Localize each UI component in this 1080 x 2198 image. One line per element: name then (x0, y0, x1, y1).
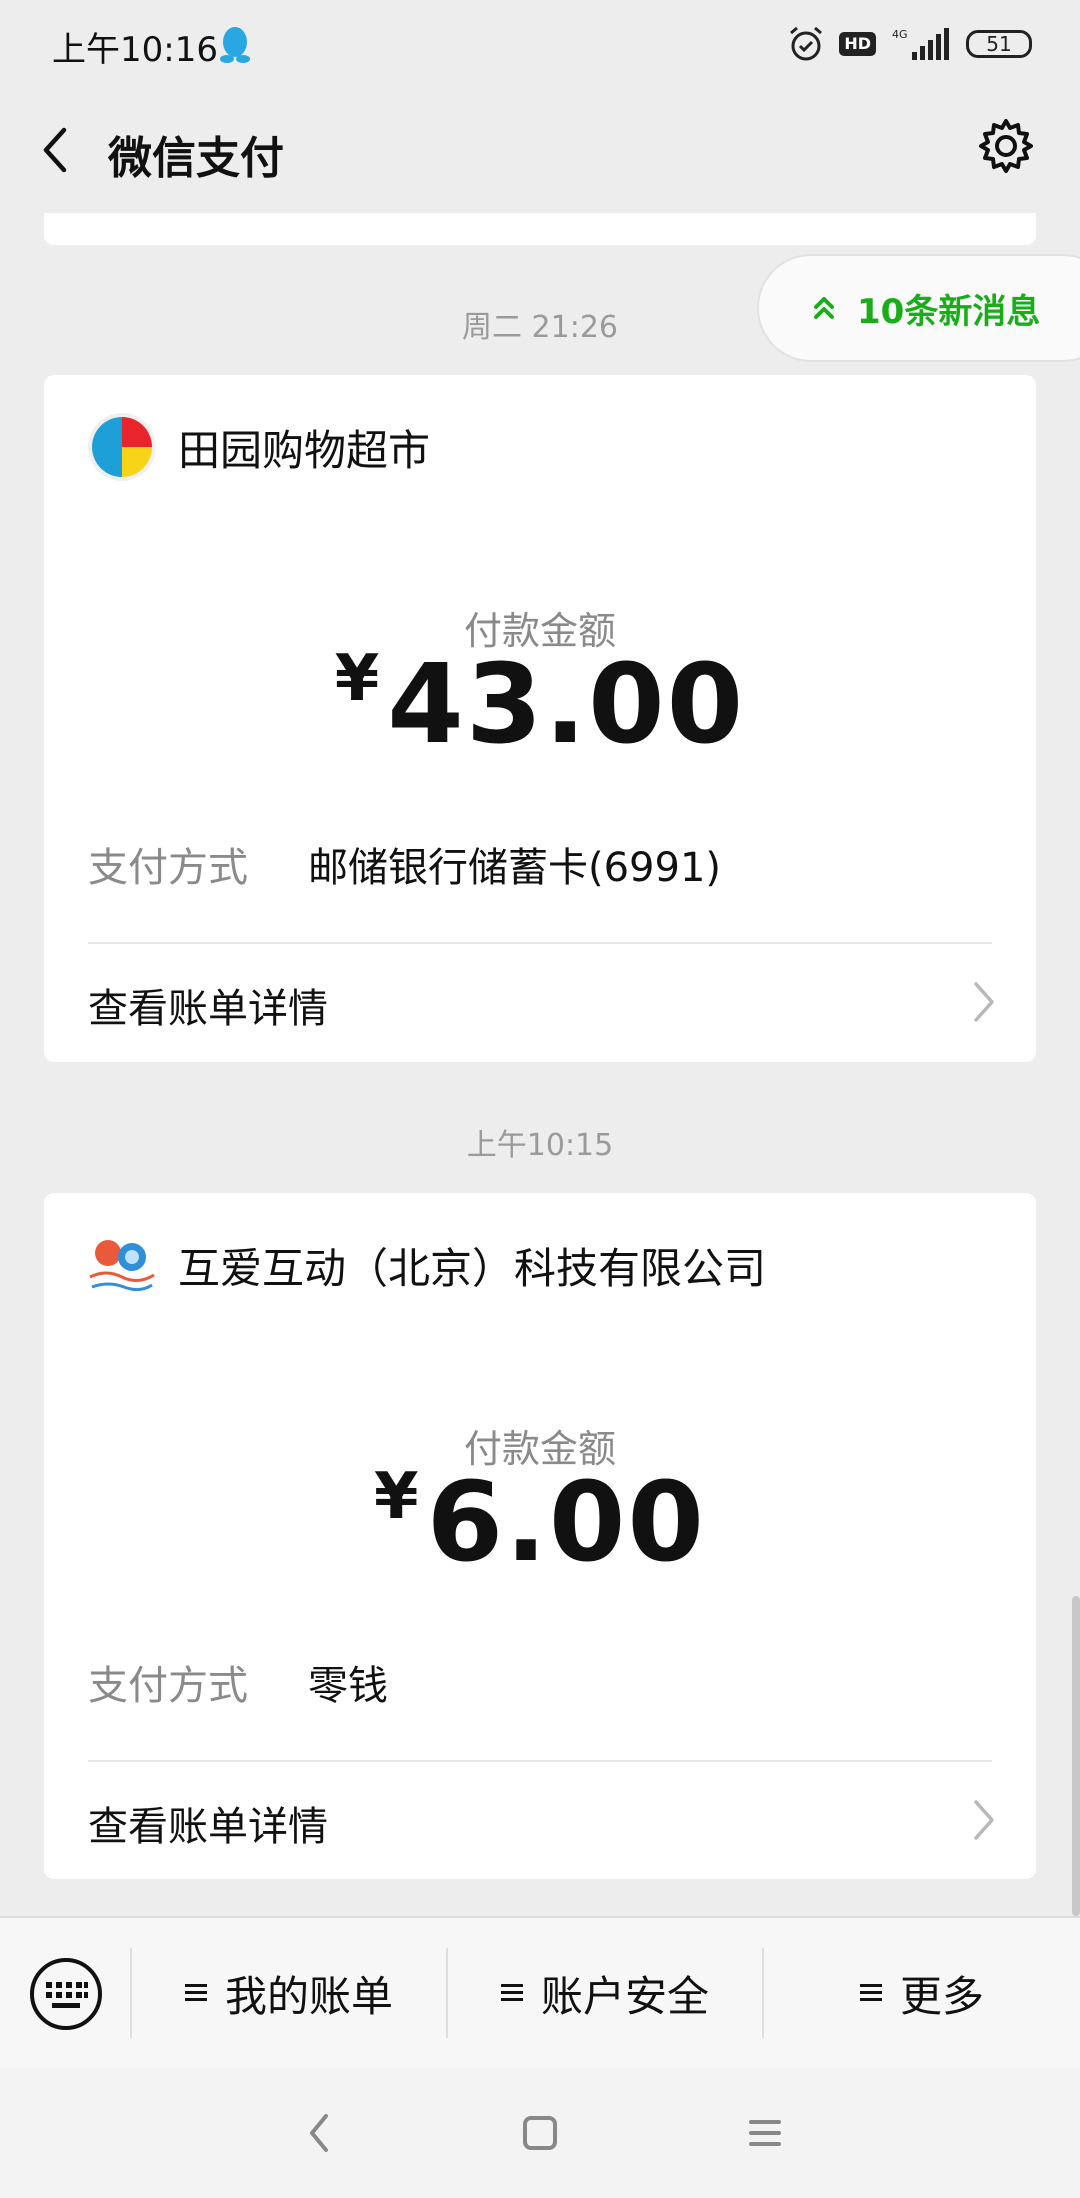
payment-method-label: 支付方式 (88, 845, 248, 891)
double-chevron-up-icon (814, 297, 834, 319)
currency-symbol: ¥ (334, 642, 380, 716)
message-timestamp: 上午10:15 (466, 1128, 614, 1163)
payment-card[interactable]: 田园购物超市 付款金额 ¥43.00 支付方式 邮储银行储蓄卡(6991) 查看… (44, 375, 1036, 1062)
merchant-logo-icon (89, 1240, 155, 1292)
menu-lines-icon (184, 1984, 209, 2002)
menu-my-bills[interactable]: 我的账单 (132, 1918, 446, 2068)
scrollbar[interactable] (1072, 1596, 1080, 1916)
nav-bar: 微信支付 (0, 90, 1080, 214)
system-navigation-bar (0, 2068, 1080, 2198)
chevron-right-icon (974, 1800, 994, 1840)
menu-more[interactable]: 更多 (764, 1918, 1080, 2068)
new-messages-label: 10条新消息 (857, 291, 1041, 332)
battery-indicator: 51 (966, 30, 1032, 58)
system-menu-icon[interactable] (748, 2108, 782, 2158)
system-back-icon[interactable] (304, 2108, 334, 2158)
previous-message-card (44, 213, 1036, 245)
payment-amount: ¥43.00 (44, 640, 1036, 768)
keyboard-icon[interactable] (28, 1956, 104, 2032)
merchant-name: 互爱互动（北京）科技有限公司 (178, 1243, 767, 1293)
payment-amount: ¥6.00 (44, 1458, 1036, 1586)
status-icons: HD 4G 51 (787, 24, 1032, 64)
back-arrow-icon[interactable] (36, 120, 76, 180)
hd-badge: HD (839, 32, 876, 56)
menu-lines-icon (500, 1984, 525, 2002)
payment-method-value: 零钱 (308, 1663, 388, 1709)
merchant-row: 互爱互动（北京）科技有限公司 (86, 1229, 766, 1301)
alarm-icon (790, 26, 823, 61)
signal-icon: 4G (892, 28, 949, 60)
new-messages-button[interactable]: 10条新消息 (757, 254, 1080, 362)
merchant-logo-icon (88, 413, 156, 481)
bottom-menu: 我的账单 账户安全 更多 (0, 1916, 1080, 2068)
system-home-icon[interactable] (520, 2108, 560, 2158)
menu-account-security[interactable]: 账户安全 (448, 1918, 762, 2068)
menu-lines-icon (859, 1984, 884, 2002)
network-type-label: 4G (892, 28, 908, 41)
menu-label: 更多 (899, 1971, 984, 2021)
payment-card[interactable]: 互爱互动（北京）科技有限公司 付款金额 ¥6.00 支付方式 零钱 查看账单详情 (44, 1193, 1036, 1879)
amount-value: 6.00 (426, 1458, 706, 1586)
payment-method-value: 邮储银行储蓄卡(6991) (308, 845, 722, 891)
menu-label: 账户安全 (540, 1971, 709, 2021)
view-bill-details-link[interactable]: 查看账单详情 (88, 976, 328, 1034)
gear-icon[interactable] (976, 116, 1036, 176)
battery-level: 51 (986, 32, 1012, 56)
page-title: 微信支付 (108, 133, 284, 184)
qq-penguin-icon (220, 27, 250, 63)
status-bar: 上午10:16 HD 4G 51 (0, 0, 1080, 90)
merchant-row: 田园购物超市 (86, 411, 430, 483)
merchant-name: 田园购物超市 (178, 425, 431, 475)
menu-label: 我的账单 (224, 1971, 393, 2021)
amount-value: 43.00 (387, 640, 746, 768)
divider (88, 942, 992, 944)
chevron-right-icon (974, 982, 994, 1022)
payment-method-label: 支付方式 (88, 1663, 248, 1709)
divider (88, 1760, 992, 1762)
currency-symbol: ¥ (374, 1460, 419, 1534)
status-time: 上午10:16 (52, 30, 218, 70)
view-bill-details-link[interactable]: 查看账单详情 (88, 1794, 328, 1852)
